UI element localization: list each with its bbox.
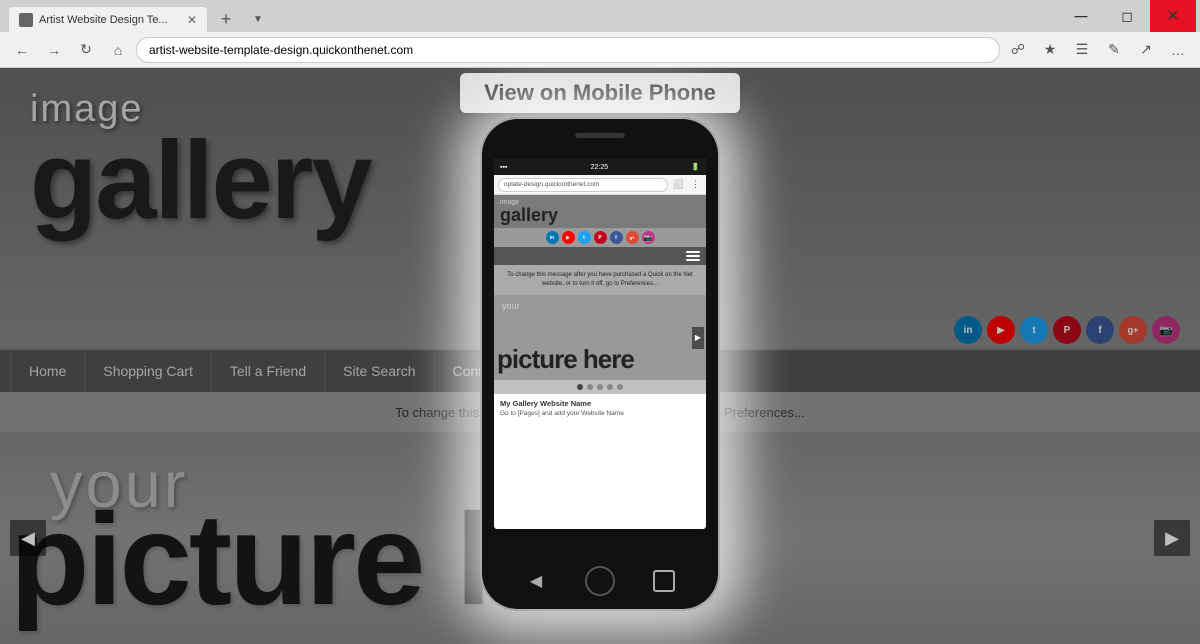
address-input[interactable] [136,37,1000,63]
phone-social-row: in ▶ t P f g+ 📷 [494,228,706,247]
phone-signal: ▪▪▪ [500,164,507,171]
dot-1[interactable] [577,384,583,390]
phone-back-button[interactable]: ◀ [525,570,547,592]
phone-carousel-dots [494,380,706,394]
phone-pinterest-icon[interactable]: P [594,231,607,244]
phone-twitter-icon[interactable]: t [578,231,591,244]
notes-icon[interactable]: ✎ [1100,36,1128,64]
phone-next-arrow[interactable]: ▶ [692,327,704,349]
dot-3[interactable] [597,384,603,390]
phone-screen: ▪▪▪ 22:25 🔋 nplate-design.quickonthenet.… [494,159,706,529]
phone-home-button[interactable] [585,566,615,596]
phone-tab-icon[interactable]: ⬜ [671,177,686,192]
tab-title: Artist Website Design Te... [39,14,168,26]
phone-picture-area: your picture here ▶ [494,295,706,380]
phone-device: ▪▪▪ 22:25 🔋 nplate-design.quickonthenet.… [482,119,718,609]
dot-5[interactable] [617,384,623,390]
phone-site-header: image gallery [494,195,706,228]
favorites-icon[interactable]: ★ [1036,36,1064,64]
hub-icon[interactable]: ☰ [1068,36,1096,64]
reader-view-icon[interactable]: ☍ [1004,36,1032,64]
phone-nav-bar [494,247,706,265]
forward-button[interactable]: → [40,36,68,64]
phone-battery: 🔋 [691,163,700,171]
mobile-view-label: View on Mobile Phone [460,73,740,113]
phone-address-field[interactable]: nplate-design.quickonthenet.com [498,178,668,192]
browser-tab[interactable]: Artist Website Design Te... ✕ [8,6,208,32]
dot-4[interactable] [607,384,613,390]
maximize-button[interactable]: ◻ [1104,0,1150,32]
tab-close-icon[interactable]: ✕ [187,13,197,27]
phone-menu-icon[interactable]: ⋮ [689,177,702,192]
phone-linkedin-icon[interactable]: in [546,231,559,244]
phone-speaker [575,133,625,138]
phone-status-bar: ▪▪▪ 22:25 🔋 [494,159,706,175]
phone-bottom-bar: ◀ [482,559,718,603]
tab-favicon [19,13,33,27]
back-button[interactable]: ← [8,36,36,64]
phone-gallery-label: gallery [500,206,558,224]
phone-your-text: your [502,301,520,311]
minimize-button[interactable]: ─ [1058,0,1104,32]
tab-list-button[interactable]: ▼ [244,6,272,32]
address-bar: ← → ↻ ⌂ ☍ ★ ☰ ✎ ↗ … [0,32,1200,68]
website-content: image gallery in ▶ t P f g+ 📷 Home Shopp… [0,68,1200,644]
phone-picture-here-text: picture here [497,344,634,375]
modal-overlay: View on Mobile Phone ▪▪▪ 22:25 🔋 nplate-… [0,68,1200,644]
phone-hamburger-icon[interactable] [686,251,700,261]
phone-address-bar: nplate-design.quickonthenet.com ⬜ ⋮ [494,175,706,195]
phone-square-button[interactable] [653,570,675,592]
dot-2[interactable] [587,384,593,390]
phone-gplus-icon[interactable]: g+ [626,231,639,244]
more-icon[interactable]: … [1164,36,1192,64]
new-tab-button[interactable]: + [212,6,240,32]
phone-time: 22:25 [591,164,609,171]
phone-site-name: My Gallery Website Name [494,394,706,410]
home-button[interactable]: ⌂ [104,36,132,64]
browser-window: ─ ◻ ✕ Artist Website Design Te... ✕ + ▼ … [0,0,1200,644]
phone-site-note: Go to [Pages] and add your Website Name [494,410,706,422]
phone-message-bar: To change this message after you have pu… [494,265,706,295]
tab-bar: ─ ◻ ✕ Artist Website Design Te... ✕ + ▼ [0,0,1200,32]
phone-instagram-icon[interactable]: 📷 [642,231,655,244]
phone-facebook-icon[interactable]: f [610,231,623,244]
share-icon[interactable]: ↗ [1132,36,1160,64]
refresh-button[interactable]: ↻ [72,36,100,64]
phone-youtube-icon[interactable]: ▶ [562,231,575,244]
close-button[interactable]: ✕ [1150,0,1196,32]
